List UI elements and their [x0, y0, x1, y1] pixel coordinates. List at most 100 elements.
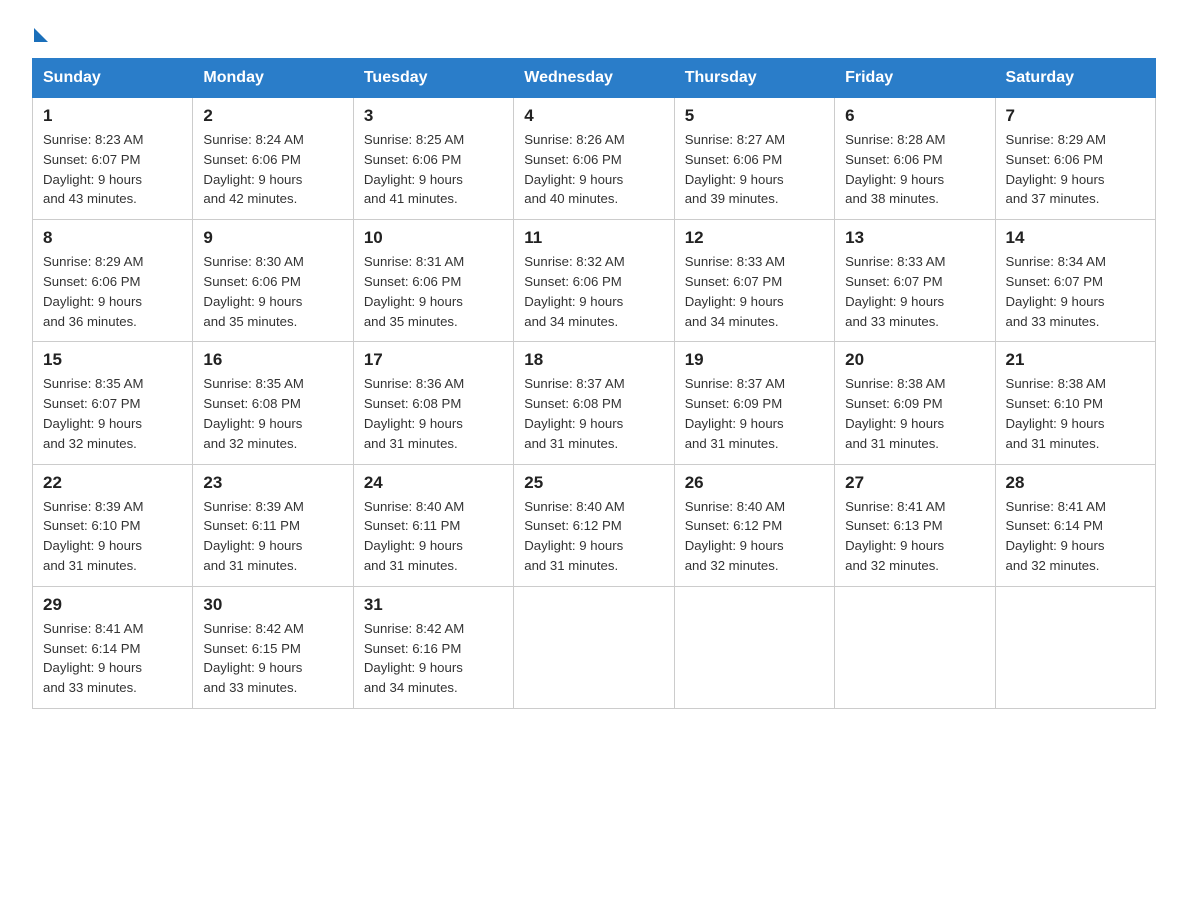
calendar-header-row: SundayMondayTuesdayWednesdayThursdayFrid…	[33, 59, 1156, 98]
calendar-cell: 10 Sunrise: 8:31 AMSunset: 6:06 PMDayligh…	[353, 220, 513, 342]
day-info: Sunrise: 8:40 AMSunset: 6:12 PMDaylight:…	[685, 497, 824, 576]
day-info: Sunrise: 8:23 AMSunset: 6:07 PMDaylight:…	[43, 130, 182, 209]
calendar-cell: 6Sunrise: 8:28 AMSunset: 6:06 PMDaylight…	[835, 98, 995, 220]
day-number: 26	[685, 473, 824, 493]
day-number: 30	[203, 595, 342, 615]
day-number: 25	[524, 473, 663, 493]
day-info: Sunrise: 8:41 AMSunset: 6:13 PMDaylight:…	[845, 497, 984, 576]
calendar-cell	[835, 586, 995, 708]
col-header-wednesday: Wednesday	[514, 59, 674, 98]
day-info: Sunrise: 8:36 AMSunset: 6:08 PMDaylight:…	[364, 374, 503, 453]
calendar-cell: 14 Sunrise: 8:34 AMSunset: 6:07 PMDayligh…	[995, 220, 1155, 342]
week-row-4: 22 Sunrise: 8:39 AMSunset: 6:10 PMDayligh…	[33, 464, 1156, 586]
day-info: Sunrise: 8:39 AMSunset: 6:10 PMDaylight:…	[43, 497, 182, 576]
day-info: Sunrise: 8:24 AMSunset: 6:06 PMDaylight:…	[203, 130, 342, 209]
calendar-cell: 23 Sunrise: 8:39 AMSunset: 6:11 PMDayligh…	[193, 464, 353, 586]
calendar-cell: 20 Sunrise: 8:38 AMSunset: 6:09 PMDayligh…	[835, 342, 995, 464]
day-number: 3	[364, 106, 503, 126]
day-number: 1	[43, 106, 182, 126]
day-info: Sunrise: 8:31 AMSunset: 6:06 PMDaylight:…	[364, 252, 503, 331]
day-info: Sunrise: 8:33 AMSunset: 6:07 PMDaylight:…	[685, 252, 824, 331]
col-header-tuesday: Tuesday	[353, 59, 513, 98]
day-info: Sunrise: 8:26 AMSunset: 6:06 PMDaylight:…	[524, 130, 663, 209]
calendar-cell	[514, 586, 674, 708]
day-number: 7	[1006, 106, 1145, 126]
day-info: Sunrise: 8:41 AMSunset: 6:14 PMDaylight:…	[43, 619, 182, 698]
week-row-5: 29 Sunrise: 8:41 AMSunset: 6:14 PMDayligh…	[33, 586, 1156, 708]
day-number: 5	[685, 106, 824, 126]
day-number: 15	[43, 350, 182, 370]
day-info: Sunrise: 8:32 AMSunset: 6:06 PMDaylight:…	[524, 252, 663, 331]
day-number: 28	[1006, 473, 1145, 493]
day-info: Sunrise: 8:37 AMSunset: 6:08 PMDaylight:…	[524, 374, 663, 453]
col-header-friday: Friday	[835, 59, 995, 98]
day-info: Sunrise: 8:37 AMSunset: 6:09 PMDaylight:…	[685, 374, 824, 453]
calendar-cell: 8 Sunrise: 8:29 AMSunset: 6:06 PMDaylight…	[33, 220, 193, 342]
calendar-cell: 15 Sunrise: 8:35 AMSunset: 6:07 PMDayligh…	[33, 342, 193, 464]
week-row-3: 15 Sunrise: 8:35 AMSunset: 6:07 PMDayligh…	[33, 342, 1156, 464]
logo-triangle-icon	[34, 28, 48, 42]
day-number: 18	[524, 350, 663, 370]
calendar-cell: 27 Sunrise: 8:41 AMSunset: 6:13 PMDayligh…	[835, 464, 995, 586]
day-info: Sunrise: 8:39 AMSunset: 6:11 PMDaylight:…	[203, 497, 342, 576]
calendar-cell: 31 Sunrise: 8:42 AMSunset: 6:16 PMDayligh…	[353, 586, 513, 708]
day-number: 8	[43, 228, 182, 248]
day-info: Sunrise: 8:28 AMSunset: 6:06 PMDaylight:…	[845, 130, 984, 209]
day-number: 24	[364, 473, 503, 493]
calendar-cell: 9 Sunrise: 8:30 AMSunset: 6:06 PMDaylight…	[193, 220, 353, 342]
calendar-cell: 12 Sunrise: 8:33 AMSunset: 6:07 PMDayligh…	[674, 220, 834, 342]
col-header-monday: Monday	[193, 59, 353, 98]
col-header-sunday: Sunday	[33, 59, 193, 98]
day-info: Sunrise: 8:40 AMSunset: 6:11 PMDaylight:…	[364, 497, 503, 576]
calendar-cell: 7 Sunrise: 8:29 AMSunset: 6:06 PMDaylight…	[995, 98, 1155, 220]
day-number: 9	[203, 228, 342, 248]
logo	[32, 24, 48, 38]
day-info: Sunrise: 8:29 AMSunset: 6:06 PMDaylight:…	[43, 252, 182, 331]
calendar-cell: 5 Sunrise: 8:27 AMSunset: 6:06 PMDaylight…	[674, 98, 834, 220]
day-number: 13	[845, 228, 984, 248]
day-number: 10	[364, 228, 503, 248]
day-info: Sunrise: 8:27 AMSunset: 6:06 PMDaylight:…	[685, 130, 824, 209]
day-number: 19	[685, 350, 824, 370]
calendar-cell: 17 Sunrise: 8:36 AMSunset: 6:08 PMDayligh…	[353, 342, 513, 464]
day-number: 29	[43, 595, 182, 615]
calendar-cell: 2Sunrise: 8:24 AMSunset: 6:06 PMDaylight…	[193, 98, 353, 220]
day-number: 17	[364, 350, 503, 370]
day-info: Sunrise: 8:42 AMSunset: 6:16 PMDaylight:…	[364, 619, 503, 698]
day-info: Sunrise: 8:35 AMSunset: 6:08 PMDaylight:…	[203, 374, 342, 453]
day-number: 12	[685, 228, 824, 248]
calendar-cell: 26 Sunrise: 8:40 AMSunset: 6:12 PMDayligh…	[674, 464, 834, 586]
page-header	[32, 24, 1156, 38]
calendar-cell: 3 Sunrise: 8:25 AMSunset: 6:06 PMDaylight…	[353, 98, 513, 220]
calendar-cell: 30Sunrise: 8:42 AMSunset: 6:15 PMDayligh…	[193, 586, 353, 708]
day-number: 22	[43, 473, 182, 493]
day-info: Sunrise: 8:25 AMSunset: 6:06 PMDaylight:…	[364, 130, 503, 209]
calendar-cell: 24 Sunrise: 8:40 AMSunset: 6:11 PMDayligh…	[353, 464, 513, 586]
day-number: 23	[203, 473, 342, 493]
calendar-cell: 16 Sunrise: 8:35 AMSunset: 6:08 PMDayligh…	[193, 342, 353, 464]
day-number: 21	[1006, 350, 1145, 370]
day-info: Sunrise: 8:30 AMSunset: 6:06 PMDaylight:…	[203, 252, 342, 331]
calendar-cell: 25 Sunrise: 8:40 AMSunset: 6:12 PMDayligh…	[514, 464, 674, 586]
day-number: 16	[203, 350, 342, 370]
calendar-cell: 13Sunrise: 8:33 AMSunset: 6:07 PMDayligh…	[835, 220, 995, 342]
calendar-cell: 4 Sunrise: 8:26 AMSunset: 6:06 PMDaylight…	[514, 98, 674, 220]
calendar-cell: 11 Sunrise: 8:32 AMSunset: 6:06 PMDayligh…	[514, 220, 674, 342]
day-info: Sunrise: 8:40 AMSunset: 6:12 PMDaylight:…	[524, 497, 663, 576]
day-info: Sunrise: 8:38 AMSunset: 6:09 PMDaylight:…	[845, 374, 984, 453]
day-info: Sunrise: 8:34 AMSunset: 6:07 PMDaylight:…	[1006, 252, 1145, 331]
day-number: 4	[524, 106, 663, 126]
day-info: Sunrise: 8:29 AMSunset: 6:06 PMDaylight:…	[1006, 130, 1145, 209]
week-row-2: 8 Sunrise: 8:29 AMSunset: 6:06 PMDaylight…	[33, 220, 1156, 342]
day-info: Sunrise: 8:41 AMSunset: 6:14 PMDaylight:…	[1006, 497, 1145, 576]
day-number: 14	[1006, 228, 1145, 248]
col-header-thursday: Thursday	[674, 59, 834, 98]
calendar-cell	[995, 586, 1155, 708]
day-number: 11	[524, 228, 663, 248]
day-number: 31	[364, 595, 503, 615]
day-info: Sunrise: 8:35 AMSunset: 6:07 PMDaylight:…	[43, 374, 182, 453]
calendar-cell: 18 Sunrise: 8:37 AMSunset: 6:08 PMDayligh…	[514, 342, 674, 464]
day-number: 20	[845, 350, 984, 370]
calendar-table: SundayMondayTuesdayWednesdayThursdayFrid…	[32, 58, 1156, 709]
day-number: 27	[845, 473, 984, 493]
